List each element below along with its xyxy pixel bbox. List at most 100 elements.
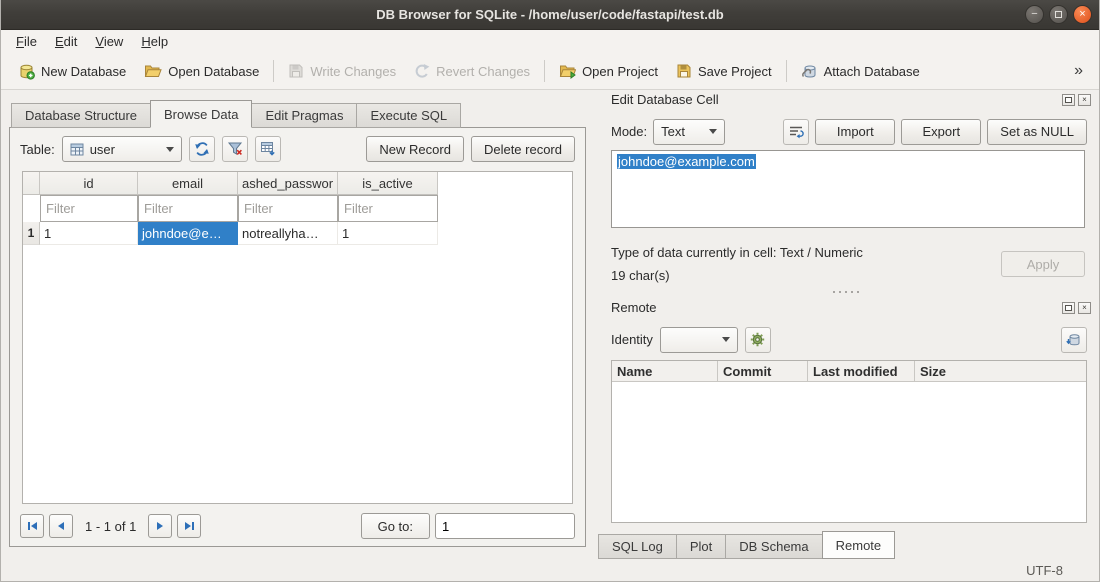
row-header[interactable]: 1 <box>23 222 40 245</box>
minimize-icon: − <box>1031 9 1037 20</box>
open-database-icon <box>144 63 162 79</box>
edit-cell-close-button[interactable]: × <box>1078 94 1091 106</box>
import-button[interactable]: Import <box>815 119 895 145</box>
write-changes-icon <box>288 63 304 79</box>
chevron-down-icon <box>709 129 717 134</box>
pagination-bar: 1 - 1 of 1 Go to: <box>20 512 575 540</box>
menu-help[interactable]: Help <box>132 32 177 51</box>
save-table-button[interactable] <box>255 136 281 162</box>
menu-file[interactable]: File <box>7 32 46 51</box>
cell-editor[interactable]: johndoe@example.com <box>611 150 1085 228</box>
attach-database-button[interactable]: Attach Database <box>792 58 929 85</box>
clone-database-button[interactable] <box>1061 327 1087 353</box>
cell-id[interactable]: 1 <box>40 222 138 245</box>
column-header-id[interactable]: id <box>40 172 138 195</box>
remote-table-header: Name Commit Last modified Size <box>612 361 1086 382</box>
new-database-button[interactable]: New Database <box>9 58 135 85</box>
column-header-email[interactable]: email <box>138 172 238 195</box>
refresh-icon <box>194 141 210 157</box>
filter-input-is-active[interactable] <box>338 195 438 222</box>
cell-editor-selected-text: johndoe@example.com <box>617 154 756 169</box>
previous-page-button[interactable] <box>49 514 73 538</box>
grid-header-filler <box>438 172 572 195</box>
apply-button[interactable]: Apply <box>1001 251 1085 277</box>
menu-edit[interactable]: Edit <box>46 32 86 51</box>
cell-size-info: 19 char(s) <box>611 268 670 283</box>
main-tabs-area: Database Structure Browse Data Edit Prag… <box>9 100 586 547</box>
minimize-button[interactable]: − <box>1025 5 1044 24</box>
open-project-button[interactable]: Open Project <box>550 58 667 84</box>
tab-browse-data[interactable]: Browse Data <box>150 100 252 128</box>
identity-select[interactable] <box>660 327 738 353</box>
remote-float-button[interactable] <box>1062 302 1075 314</box>
word-wrap-icon <box>788 124 804 140</box>
new-record-button[interactable]: New Record <box>366 136 464 162</box>
attach-database-label: Attach Database <box>824 64 920 79</box>
float-icon <box>1065 305 1072 311</box>
open-database-button[interactable]: Open Database <box>135 58 268 84</box>
save-project-icon <box>676 63 692 79</box>
grid-corner[interactable] <box>23 172 40 195</box>
toolbar-overflow-button[interactable]: » <box>1066 62 1091 80</box>
remote-close-button[interactable]: × <box>1078 302 1091 314</box>
menu-view[interactable]: View <box>86 32 132 51</box>
close-button[interactable]: × <box>1073 5 1092 24</box>
filter-input-email[interactable] <box>138 195 238 222</box>
maximize-button[interactable] <box>1049 5 1068 24</box>
goto-input[interactable] <box>435 513 575 539</box>
dock-tab-sql-log[interactable]: SQL Log <box>598 534 677 559</box>
tab-edit-pragmas[interactable]: Edit Pragmas <box>252 103 357 128</box>
edit-cell-dock-buttons: × <box>1062 94 1091 106</box>
table-select[interactable]: user <box>62 136 182 162</box>
cell-is-active[interactable]: 1 <box>338 222 438 245</box>
set-as-null-button[interactable]: Set as NULL <box>987 119 1087 145</box>
splitter-dot <box>833 291 835 293</box>
identity-settings-button[interactable] <box>745 327 771 353</box>
delete-record-button[interactable]: Delete record <box>471 136 575 162</box>
goto-button[interactable]: Go to: <box>361 513 430 539</box>
tab-database-structure[interactable]: Database Structure <box>11 103 151 128</box>
remote-column-commit[interactable]: Commit <box>718 361 808 381</box>
close-icon: × <box>1082 96 1087 104</box>
dock-tab-plot[interactable]: Plot <box>677 534 726 559</box>
last-page-button[interactable] <box>177 514 201 538</box>
first-page-button[interactable] <box>20 514 44 538</box>
window-controls: − × <box>1025 5 1092 24</box>
app-window: DB Browser for SQLite - /home/user/code/… <box>0 0 1100 582</box>
maximize-icon <box>1055 11 1062 18</box>
refresh-button[interactable] <box>189 136 215 162</box>
clear-filters-button[interactable] <box>222 136 248 162</box>
remote-column-size[interactable]: Size <box>915 361 1086 381</box>
next-page-button[interactable] <box>148 514 172 538</box>
remote-column-last-modified[interactable]: Last modified <box>808 361 915 381</box>
edit-cell-header: Edit Database Cell × <box>611 92 1091 107</box>
revert-changes-button[interactable]: Revert Changes <box>405 58 539 84</box>
revert-changes-label: Revert Changes <box>436 64 530 79</box>
word-wrap-button[interactable] <box>783 119 809 145</box>
remote-column-name[interactable]: Name <box>612 361 718 381</box>
column-header-is-active[interactable]: is_active <box>338 172 438 195</box>
dock-tab-db-schema[interactable]: DB Schema <box>726 534 822 559</box>
write-changes-button[interactable]: Write Changes <box>279 58 405 84</box>
new-database-label: New Database <box>41 64 126 79</box>
cell-hashed-password[interactable]: notreallyha… <box>238 222 338 245</box>
edit-cell-float-button[interactable] <box>1062 94 1075 106</box>
filter-input-id[interactable] <box>40 195 138 222</box>
cell-email-selected[interactable]: johndoe@e… <box>138 222 238 245</box>
tab-execute-sql[interactable]: Execute SQL <box>357 103 461 128</box>
remote-title: Remote <box>611 300 657 315</box>
dock-splitter-handle[interactable] <box>593 288 1099 296</box>
statusbar: UTF-8 <box>1 559 1099 581</box>
filter-input-hashed-password[interactable] <box>238 195 338 222</box>
save-project-button[interactable]: Save Project <box>667 58 781 84</box>
splitter-dot <box>851 291 853 293</box>
encoding-indicator: UTF-8 <box>1026 563 1063 578</box>
dock-tab-remote[interactable]: Remote <box>822 531 896 559</box>
export-button[interactable]: Export <box>901 119 981 145</box>
grid-filter-row <box>23 195 572 222</box>
column-header-hashed-password[interactable]: ashed_passwor <box>238 172 338 195</box>
edit-cell-title: Edit Database Cell <box>611 92 719 107</box>
mode-select[interactable]: Text <box>653 119 725 145</box>
splitter-dot <box>857 291 859 293</box>
save-project-label: Save Project <box>698 64 772 79</box>
